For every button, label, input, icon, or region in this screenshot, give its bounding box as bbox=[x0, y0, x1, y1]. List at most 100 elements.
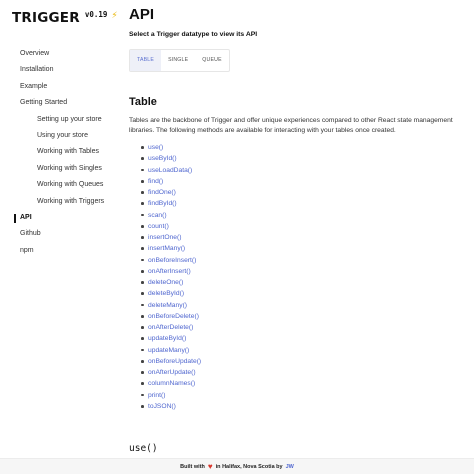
list-item: onAfterUpdate() bbox=[141, 367, 201, 378]
bullet-icon bbox=[141, 168, 144, 172]
datatype-tabs: TABLE SINGLE QUEUE bbox=[129, 49, 230, 72]
list-item: useLoadData() bbox=[141, 165, 201, 176]
method-link[interactable]: find() bbox=[148, 178, 163, 185]
bullet-icon bbox=[141, 157, 144, 161]
bullet-icon bbox=[141, 269, 144, 273]
bullet-icon bbox=[141, 236, 144, 239]
page-title: API bbox=[129, 6, 155, 23]
bullet-icon bbox=[141, 326, 144, 329]
method-link[interactable]: findOne() bbox=[148, 189, 176, 196]
bullet-icon bbox=[141, 281, 144, 284]
method-link[interactable]: onAfterInsert() bbox=[148, 268, 191, 275]
method-heading: use() bbox=[129, 443, 158, 454]
section-description: Tables are the backbone of Trigger and o… bbox=[129, 117, 453, 134]
list-item: useById() bbox=[141, 153, 201, 164]
version-label: v0.19 bbox=[84, 10, 108, 19]
bullet-icon bbox=[141, 202, 144, 206]
list-item: findOne() bbox=[141, 187, 201, 198]
section-title: Table bbox=[129, 96, 157, 108]
tab-queue[interactable]: QUEUE bbox=[195, 50, 228, 71]
list-item: columnNames() bbox=[141, 378, 201, 389]
method-link[interactable]: use() bbox=[148, 144, 163, 151]
footer-prefix: Built with bbox=[180, 463, 205, 470]
method-link[interactable]: onAfterUpdate() bbox=[148, 369, 196, 376]
brand[interactable]: TRIGGER v0.19 ⚡ bbox=[12, 10, 118, 26]
sidebar: TRIGGER v0.19 ⚡ Overview Installation Exam… bbox=[0, 0, 118, 458]
method-link[interactable]: count() bbox=[148, 223, 169, 230]
footer: Built with ♥ in Halifax, Nova Scotia by … bbox=[0, 458, 474, 474]
tab-table[interactable]: TABLE bbox=[130, 50, 162, 71]
method-link[interactable]: updateMany() bbox=[148, 347, 189, 354]
page-subtitle: Select a Trigger datatype to view its AP… bbox=[129, 31, 258, 38]
list-item: onAfterInsert() bbox=[141, 266, 201, 277]
list-item: onBeforeUpdate() bbox=[141, 356, 201, 367]
bullet-icon bbox=[141, 359, 144, 363]
bullet-icon bbox=[141, 404, 144, 408]
sidebar-item-api[interactable]: API bbox=[0, 210, 118, 226]
list-item: use() bbox=[141, 142, 201, 153]
list-item: find() bbox=[141, 176, 201, 187]
brand-name[interactable]: TRIGGER bbox=[12, 10, 80, 26]
method-link[interactable]: useById() bbox=[148, 155, 177, 162]
sidebar-item-getting-started[interactable]: Getting Started bbox=[0, 95, 118, 111]
sidebar-item-npm[interactable]: npm bbox=[0, 243, 118, 259]
list-item: updateById() bbox=[141, 333, 201, 344]
list-item: insertOne() bbox=[141, 232, 201, 243]
method-link[interactable]: scan() bbox=[148, 212, 167, 219]
bullet-icon bbox=[141, 258, 144, 262]
bullet-icon bbox=[141, 213, 144, 217]
method-link[interactable]: columnNames() bbox=[148, 380, 195, 387]
list-item: findById() bbox=[141, 198, 201, 209]
method-link[interactable]: toJSON() bbox=[148, 403, 176, 410]
list-item: deleteById() bbox=[141, 288, 201, 299]
method-link[interactable]: updateById() bbox=[148, 335, 186, 342]
sidebar-item-installation[interactable]: Installation bbox=[0, 62, 118, 78]
bullet-icon bbox=[141, 337, 144, 341]
bullet-icon bbox=[141, 382, 144, 386]
list-item: insertMany() bbox=[141, 243, 201, 254]
list-item: onBeforeInsert() bbox=[141, 255, 201, 266]
method-link[interactable]: useLoadData() bbox=[148, 167, 192, 174]
sidebar-item-working-with-triggers[interactable]: Working with Triggers bbox=[0, 194, 118, 210]
sidebar-item-github[interactable]: Github bbox=[0, 226, 118, 242]
method-link[interactable]: onBeforeUpdate() bbox=[148, 358, 201, 365]
sidebar-item-using-your-store[interactable]: Using your store bbox=[0, 128, 118, 144]
list-item: deleteOne() bbox=[141, 277, 201, 288]
bullet-icon bbox=[141, 146, 144, 149]
bullet-icon bbox=[141, 224, 144, 228]
method-link[interactable]: deleteMany() bbox=[148, 302, 187, 309]
method-link[interactable]: insertOne() bbox=[148, 234, 181, 241]
list-item: onAfterDelete() bbox=[141, 322, 201, 333]
bullet-icon bbox=[141, 348, 144, 352]
method-link[interactable]: findById() bbox=[148, 200, 177, 207]
bullet-icon bbox=[141, 179, 144, 183]
method-link[interactable]: onBeforeDelete() bbox=[148, 313, 199, 320]
list-item: count() bbox=[141, 221, 201, 232]
method-link[interactable]: print() bbox=[148, 392, 165, 399]
footer-author-link[interactable]: JW bbox=[286, 464, 294, 470]
list-item: scan() bbox=[141, 210, 201, 221]
sidebar-item-working-with-singles[interactable]: Working with Singles bbox=[0, 161, 118, 177]
bullet-icon bbox=[141, 314, 144, 318]
bullet-icon bbox=[141, 303, 144, 307]
footer-location: in Halifax, Nova Scotia by bbox=[215, 463, 283, 470]
method-link[interactable]: onBeforeInsert() bbox=[148, 257, 196, 264]
sidebar-item-working-with-queues[interactable]: Working with Queues bbox=[0, 177, 118, 193]
method-link[interactable]: deleteOne() bbox=[148, 279, 183, 286]
sidebar-item-working-with-tables[interactable]: Working with Tables bbox=[0, 144, 118, 160]
tab-single[interactable]: SINGLE bbox=[161, 50, 195, 71]
sidebar-item-setting-up-your-store[interactable]: Setting up your store bbox=[0, 112, 118, 128]
bullet-icon bbox=[141, 393, 144, 397]
sidebar-item-example[interactable]: Example bbox=[0, 79, 118, 95]
bullet-icon bbox=[141, 371, 144, 374]
method-link[interactable]: deleteById() bbox=[148, 290, 184, 297]
bullet-icon bbox=[141, 191, 144, 194]
list-item: print() bbox=[141, 390, 201, 401]
list-item: onBeforeDelete() bbox=[141, 311, 201, 322]
heart-icon: ♥ bbox=[207, 462, 213, 471]
list-item: updateMany() bbox=[141, 345, 201, 356]
method-link[interactable]: insertMany() bbox=[148, 245, 185, 252]
sidebar-item-overview[interactable]: Overview bbox=[0, 46, 118, 62]
list-item: deleteMany() bbox=[141, 300, 201, 311]
method-link[interactable]: onAfterDelete() bbox=[148, 324, 193, 331]
